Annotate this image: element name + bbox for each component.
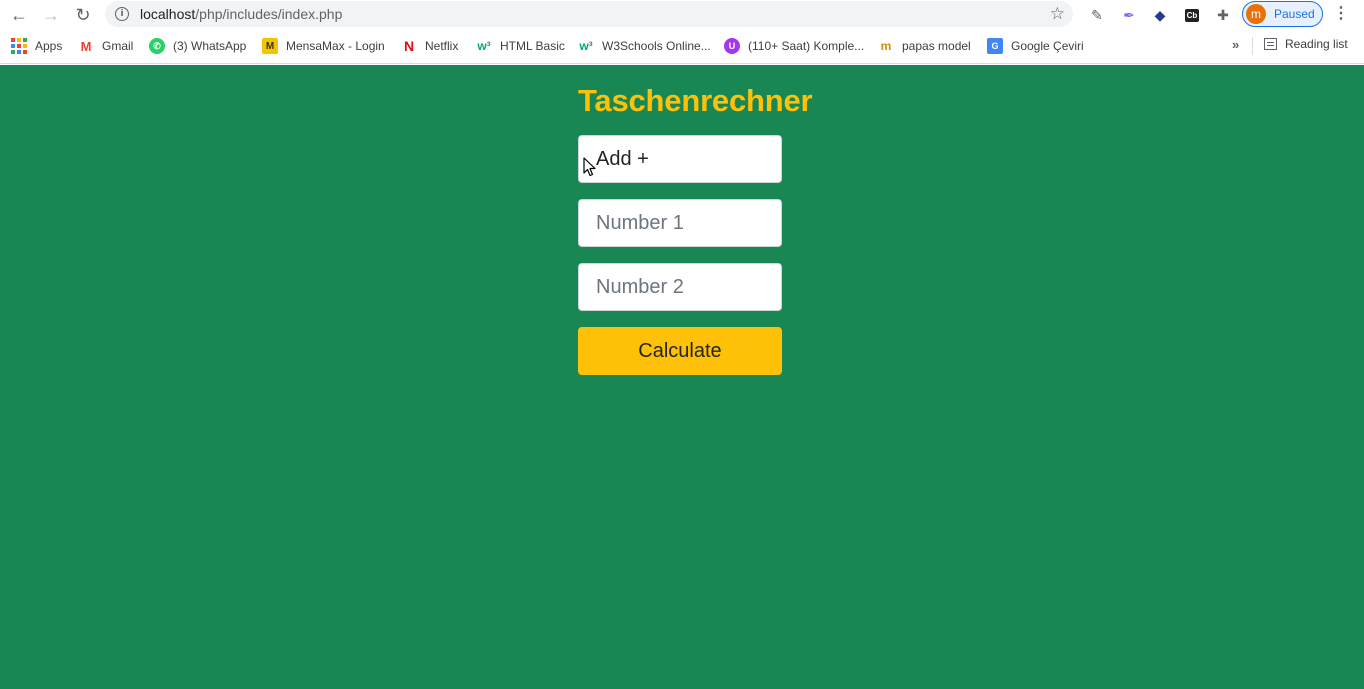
eyedropper-icon[interactable]: ✎: [1087, 5, 1107, 25]
bookmarks-divider: [1252, 37, 1253, 55]
more-bookmarks-icon[interactable]: »: [1232, 37, 1239, 52]
site-info-icon[interactable]: i: [115, 7, 129, 21]
bookmark-apps[interactable]: Apps: [11, 37, 62, 55]
feather-icon[interactable]: ✒: [1119, 5, 1139, 25]
forward-arrow-icon[interactable]: →: [39, 3, 63, 27]
bookmark-w3schools[interactable]: w³ W3Schools Online...: [578, 37, 711, 55]
bookmark-papas-model[interactable]: m papas model: [878, 37, 971, 55]
bookmarks-bar: Apps M Gmail ✆ (3) WhatsApp M MensaMax -…: [0, 29, 1364, 64]
page-content: Taschenrechner Add + Calculate: [0, 65, 1364, 689]
bookmark-star-icon[interactable]: ☆: [1050, 4, 1065, 24]
bookmark-google-translate[interactable]: G Google Çeviri: [987, 37, 1084, 55]
google-translate-icon: G: [987, 38, 1003, 54]
avatar: m: [1246, 4, 1266, 24]
udemy-icon: U: [724, 38, 740, 54]
operation-select[interactable]: Add +: [578, 135, 782, 183]
netflix-icon: N: [403, 38, 415, 54]
bookmark-label: HTML Basic: [500, 39, 565, 53]
bookmark-label: (110+ Saat) Komple...: [748, 39, 865, 53]
layers-icon[interactable]: ◆: [1150, 5, 1170, 25]
mensamax-icon: M: [262, 38, 278, 54]
url-path: /php/includes/index.php: [195, 6, 343, 22]
reading-list-label: Reading list: [1285, 37, 1348, 51]
bookmark-label: (3) WhatsApp: [173, 39, 247, 53]
mouse-cursor-icon: [583, 157, 596, 177]
bookmark-netflix[interactable]: N Netflix: [401, 37, 458, 55]
w3schools-icon: w³: [477, 39, 491, 53]
bookmark-label: W3Schools Online...: [602, 39, 711, 53]
bookmark-mensamax[interactable]: M MensaMax - Login: [262, 37, 385, 55]
bookmark-label: MensaMax - Login: [286, 39, 385, 53]
bookmark-label: papas model: [902, 39, 971, 53]
number1-input[interactable]: [578, 199, 782, 247]
bookmark-label: Netflix: [425, 39, 459, 53]
puzzle-icon[interactable]: ✚: [1213, 5, 1233, 25]
bookmark-whatsapp[interactable]: ✆ (3) WhatsApp: [149, 37, 246, 55]
number2-input[interactable]: [578, 263, 782, 311]
bookmark-udemy[interactable]: U (110+ Saat) Komple...: [724, 37, 864, 55]
bookmark-label: Gmail: [102, 39, 134, 53]
calculate-button[interactable]: Calculate: [578, 327, 782, 375]
bookmark-label: Apps: [35, 39, 63, 53]
whatsapp-icon: ✆: [149, 38, 165, 54]
apps-grid-icon: [11, 38, 27, 54]
bookmark-html-basic[interactable]: w³ HTML Basic: [476, 37, 565, 55]
cb-icon-text: Cb: [1184, 8, 1200, 22]
reload-icon[interactable]: ↻: [71, 3, 95, 27]
address-bar[interactable]: i localhost/php/includes/index.php ☆: [105, 1, 1073, 27]
url-text[interactable]: localhost/php/includes/index.php: [140, 6, 342, 22]
reading-list-button[interactable]: Reading list: [1264, 37, 1348, 51]
reading-list-icon: [1264, 38, 1277, 50]
gmail-icon: M: [80, 38, 92, 54]
bookmark-gmail[interactable]: M Gmail: [78, 37, 134, 55]
w3schools-icon: w³: [579, 39, 593, 53]
url-host: localhost: [140, 6, 196, 22]
page-title: Taschenrechner: [578, 83, 813, 118]
more-menu-icon[interactable]: ⋮: [1333, 4, 1349, 24]
bookmark-label: Google Çeviri: [1011, 39, 1084, 53]
profile-status: Paused: [1274, 7, 1315, 21]
cb-icon[interactable]: Cb: [1182, 5, 1202, 25]
profile-button[interactable]: m Paused: [1242, 1, 1323, 27]
papas-icon: m: [880, 39, 892, 53]
back-arrow-icon[interactable]: ←: [7, 3, 31, 27]
browser-toolbar: ← → ↻ i localhost/php/includes/index.php…: [0, 0, 1364, 29]
